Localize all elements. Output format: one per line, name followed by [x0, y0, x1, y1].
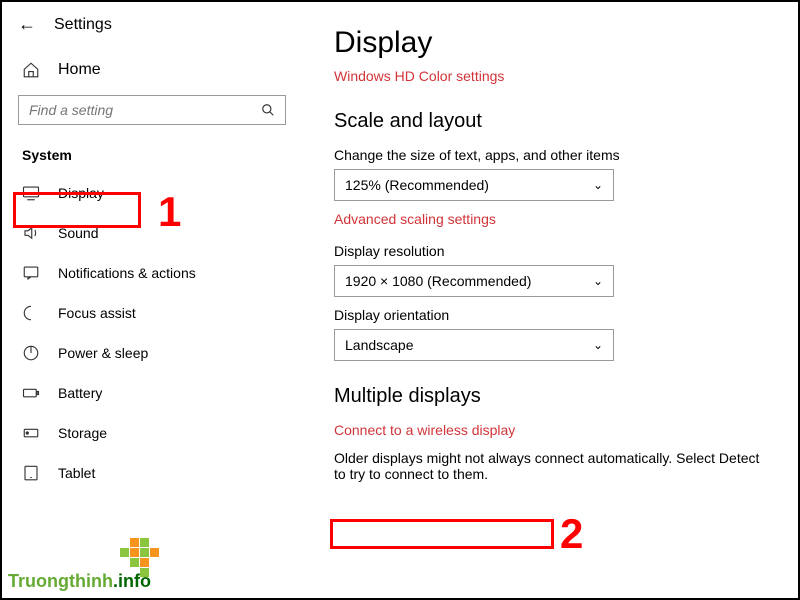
nav-item-label: Battery: [58, 385, 102, 401]
resolution-label: Display resolution: [334, 243, 766, 259]
battery-icon: [22, 384, 40, 402]
sound-icon: [22, 224, 40, 242]
older-displays-note: Older displays might not always connect …: [334, 450, 766, 482]
nav-focus-assist[interactable]: Focus assist: [2, 293, 302, 333]
orientation-dropdown[interactable]: Landscape ⌄: [334, 329, 614, 361]
resolution-value: 1920 × 1080 (Recommended): [345, 273, 531, 289]
nav-sound[interactable]: Sound: [2, 213, 302, 253]
chevron-down-icon: ⌄: [593, 178, 603, 192]
scale-value: 125% (Recommended): [345, 177, 489, 193]
chevron-down-icon: ⌄: [593, 274, 603, 288]
search-input[interactable]: [29, 102, 261, 118]
watermark-logo-icon: [120, 538, 160, 578]
orientation-value: Landscape: [345, 337, 414, 353]
nav-storage[interactable]: Storage: [2, 413, 302, 453]
power-icon: [22, 344, 40, 362]
page-title: Display: [334, 26, 766, 60]
scale-dropdown[interactable]: 125% (Recommended) ⌄: [334, 169, 614, 201]
search-icon: [261, 103, 275, 117]
watermark-brand: Truongthinh: [8, 571, 113, 591]
header-title: Settings: [54, 16, 112, 34]
focus-icon: [22, 304, 40, 322]
nav-home-label: Home: [58, 61, 101, 79]
nav-item-label: Sound: [58, 225, 98, 241]
chevron-down-icon: ⌄: [593, 338, 603, 352]
nav-tablet[interactable]: Tablet: [2, 453, 302, 493]
main-content: Display Windows HD Color settings Scale …: [302, 2, 798, 598]
header-row: ← Settings: [2, 14, 302, 51]
hd-color-link[interactable]: Windows HD Color settings: [334, 68, 504, 84]
annotation-number-2: 2: [560, 510, 583, 558]
advanced-scaling-link[interactable]: Advanced scaling settings: [334, 211, 496, 227]
resolution-dropdown[interactable]: 1920 × 1080 (Recommended) ⌄: [334, 265, 614, 297]
section-label: System: [2, 137, 302, 173]
nav-item-label: Display: [58, 185, 104, 201]
nav-notifications[interactable]: Notifications & actions: [2, 253, 302, 293]
scale-label: Change the size of text, apps, and other…: [334, 147, 766, 163]
nav-item-label: Power & sleep: [58, 345, 148, 361]
search-box[interactable]: [18, 95, 286, 125]
nav-home[interactable]: Home: [2, 51, 302, 89]
nav-item-label: Notifications & actions: [58, 265, 196, 281]
nav-power[interactable]: Power & sleep: [2, 333, 302, 373]
display-icon: [22, 184, 40, 202]
nav-item-label: Tablet: [58, 465, 95, 481]
home-icon: [22, 61, 40, 79]
annotation-number-1: 1: [158, 188, 181, 236]
nav-display[interactable]: Display: [2, 173, 302, 213]
scale-section-heading: Scale and layout: [334, 110, 766, 133]
tablet-icon: [22, 464, 40, 482]
back-arrow-icon[interactable]: ←: [18, 14, 36, 35]
storage-icon: [22, 424, 40, 442]
nav-item-label: Storage: [58, 425, 107, 441]
orientation-label: Display orientation: [334, 307, 766, 323]
sidebar: ← Settings Home System Display S: [2, 2, 302, 598]
nav-battery[interactable]: Battery: [2, 373, 302, 413]
wireless-display-link[interactable]: Connect to a wireless display: [334, 422, 515, 438]
multiple-section-heading: Multiple displays: [334, 385, 766, 408]
nav-item-label: Focus assist: [58, 305, 136, 321]
notifications-icon: [22, 264, 40, 282]
